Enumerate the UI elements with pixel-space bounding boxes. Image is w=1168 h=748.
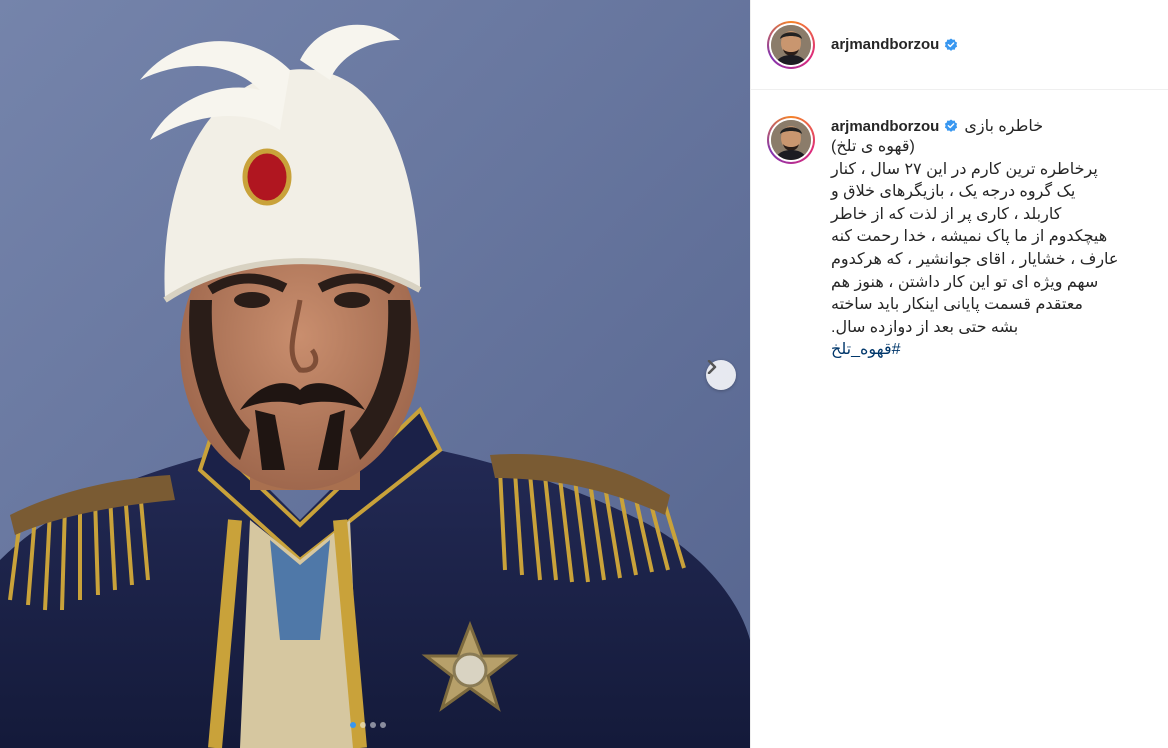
carousel-dot xyxy=(360,722,366,728)
caption-line: یک گروه درجه یک ، بازیگرهای خلاق و xyxy=(831,183,1076,201)
carousel-dot xyxy=(350,722,356,728)
next-slide-button[interactable] xyxy=(706,360,736,390)
caption-text: (قهوه ی تلخ) پرخاطره ترین کارم در این ۲۷… xyxy=(831,136,1131,339)
post-header: arjmandborzou xyxy=(751,0,1168,90)
caption-line: بشه حتی بعد از دوازده سال. xyxy=(831,318,1019,336)
caption-line: هیچکدوم از ما پاک نمیشه ، خدا رحمت کنه xyxy=(831,228,1108,246)
caption-line: پرخاطره ترین کارم در این ۲۷ سال ، کنار xyxy=(831,160,1098,178)
hashtag-link[interactable]: #قهوه_تلخ xyxy=(831,339,1131,361)
carousel-indicator xyxy=(350,722,386,728)
post-photo xyxy=(0,0,750,748)
avatar-image xyxy=(771,24,811,65)
caption-avatar[interactable] xyxy=(767,116,815,164)
caption-line: کاربلد ، کاری پر از لذت که از خاطر xyxy=(831,205,1062,223)
caption-body: arjmandborzou خاطره بازی (قهوه ی تلخ) پر… xyxy=(831,116,1131,361)
post-sidebar: arjmandborzou arjmandborzou خاطره بازی (… xyxy=(750,0,1168,748)
avatar[interactable] xyxy=(767,20,815,69)
caption-first-line: خاطره بازی xyxy=(964,118,1044,135)
caption-line: سهم ویژه ای تو این کار داشتن ، هنوز هم xyxy=(831,273,1099,291)
header-username[interactable]: arjmandborzou xyxy=(831,36,958,53)
caption-comment: arjmandborzou خاطره بازی (قهوه ی تلخ) پر… xyxy=(751,90,1168,361)
caption-line: عارف ، خشایار ، اقای جوانشیر ، که هرکدوم xyxy=(831,250,1119,268)
username-text[interactable]: arjmandborzou xyxy=(831,36,939,53)
post-media[interactable] xyxy=(0,0,750,748)
caption-line: معتقدم قسمت پایانی اینکار باید ساخته xyxy=(831,296,1083,314)
verified-badge-icon xyxy=(945,119,958,132)
caption-line: (قهوه ی تلخ) xyxy=(831,138,915,155)
caption-username[interactable]: arjmandborzou xyxy=(831,118,958,135)
chevron-right-icon xyxy=(707,360,717,374)
carousel-dot xyxy=(370,722,376,728)
avatar-image xyxy=(771,120,811,160)
carousel-dot xyxy=(380,722,386,728)
verified-badge-icon xyxy=(945,37,958,51)
